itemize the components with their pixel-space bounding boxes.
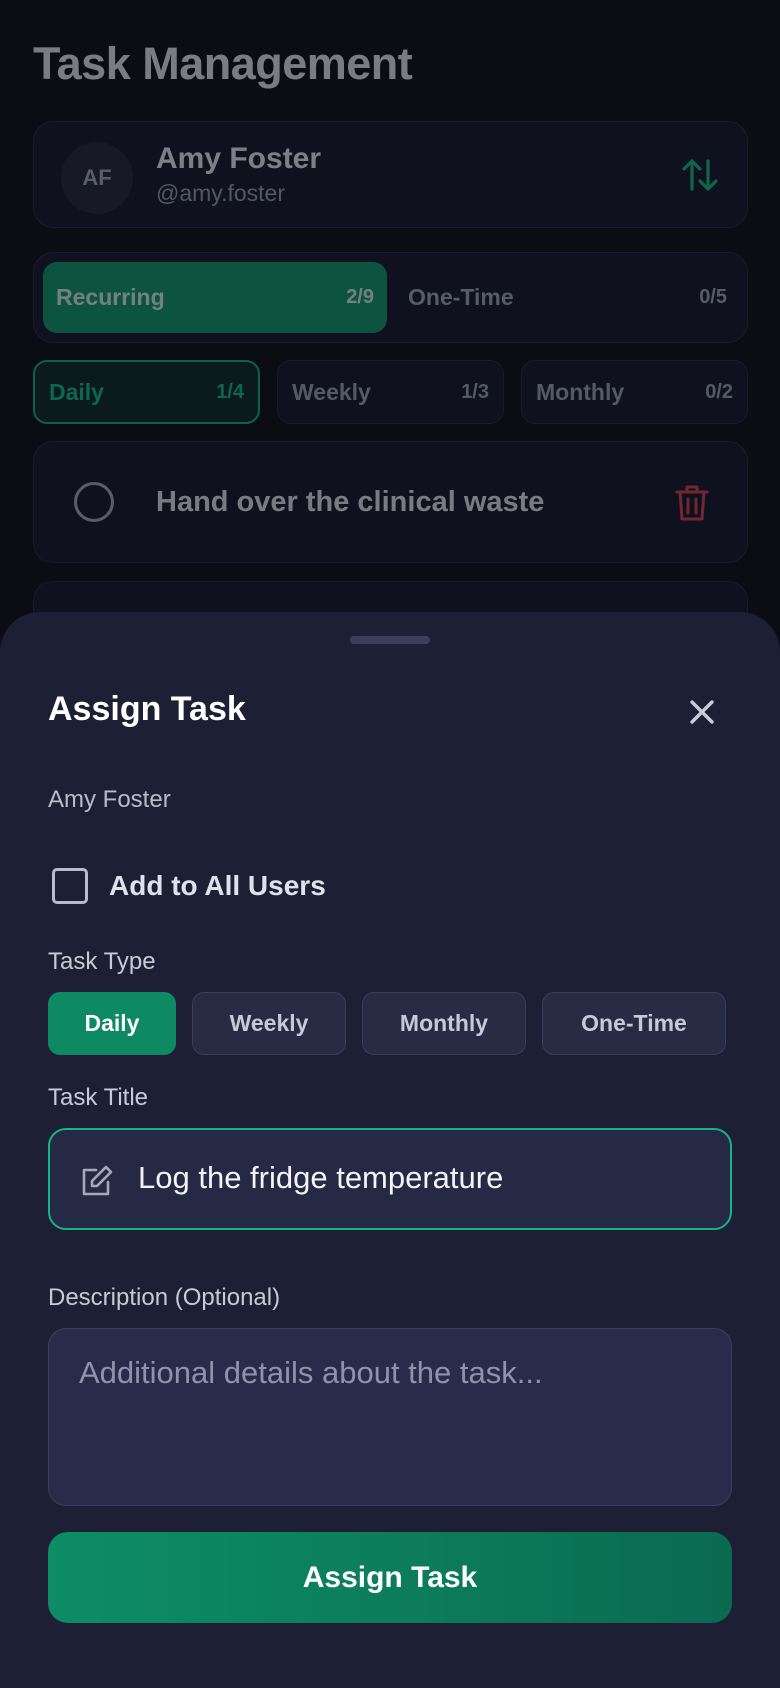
- description-input[interactable]: [48, 1328, 732, 1506]
- filter-daily[interactable]: Daily 1/4: [33, 360, 260, 424]
- avatar: AF: [61, 142, 133, 214]
- task-category-segment: Recurring 2/9 One-Time 0/5: [33, 252, 748, 343]
- task-type-monthly-button[interactable]: Monthly: [362, 992, 526, 1055]
- add-to-all-users-label: Add to All Users: [109, 870, 326, 901]
- edit-icon: [82, 1165, 113, 1196]
- task-type-daily-button[interactable]: Daily: [48, 992, 176, 1055]
- filter-count: 1/3: [461, 380, 489, 403]
- sheet-drag-handle[interactable]: [350, 636, 430, 644]
- segment-count: 0/5: [699, 286, 727, 308]
- assign-task-button[interactable]: Assign Task: [48, 1532, 732, 1623]
- task-title-field[interactable]: [48, 1128, 732, 1230]
- close-icon[interactable]: [686, 696, 718, 728]
- task-title: Hand over the clinical waste: [156, 486, 545, 518]
- add-to-all-users-option[interactable]: Add to All Users: [52, 868, 326, 904]
- task-type-weekly-button[interactable]: Weekly: [192, 992, 346, 1055]
- segment-recurring[interactable]: Recurring 2/9: [43, 262, 387, 333]
- user-card[interactable]: AF Amy Foster @amy.foster: [33, 121, 748, 228]
- filter-count: 0/2: [705, 380, 733, 403]
- segment-label: One-Time: [408, 284, 514, 310]
- task-title-input[interactable]: [138, 1160, 698, 1196]
- filter-label: Daily: [49, 378, 104, 405]
- description-label: Description (Optional): [48, 1284, 281, 1311]
- user-name: Amy Foster: [156, 142, 322, 175]
- sheet-title: Assign Task: [48, 690, 246, 728]
- trash-icon[interactable]: [675, 484, 709, 522]
- filter-label: Weekly: [292, 378, 371, 405]
- segment-label: Recurring: [56, 284, 165, 310]
- task-title-label: Task Title: [48, 1084, 149, 1111]
- filter-count: 1/4: [216, 380, 244, 403]
- task-type-one-time-button[interactable]: One-Time: [542, 992, 726, 1055]
- segment-count: 2/9: [346, 286, 374, 308]
- page-title: Task Management: [33, 38, 413, 89]
- task-complete-toggle[interactable]: [74, 482, 114, 522]
- add-to-all-users-checkbox[interactable]: [52, 868, 88, 904]
- filter-label: Monthly: [536, 378, 625, 405]
- segment-one-time[interactable]: One-Time 0/5: [395, 262, 740, 333]
- task-type-label: Task Type: [48, 948, 156, 975]
- filter-weekly[interactable]: Weekly 1/3: [277, 360, 504, 424]
- task-item[interactable]: Hand over the clinical waste: [33, 441, 748, 563]
- assign-task-sheet: Assign Task Amy Foster Add to All Users …: [0, 612, 780, 1688]
- filter-monthly[interactable]: Monthly 0/2: [521, 360, 748, 424]
- user-handle: @amy.foster: [156, 180, 286, 206]
- sort-arrows-icon[interactable]: [680, 155, 720, 195]
- assignee-name: Amy Foster: [48, 786, 171, 813]
